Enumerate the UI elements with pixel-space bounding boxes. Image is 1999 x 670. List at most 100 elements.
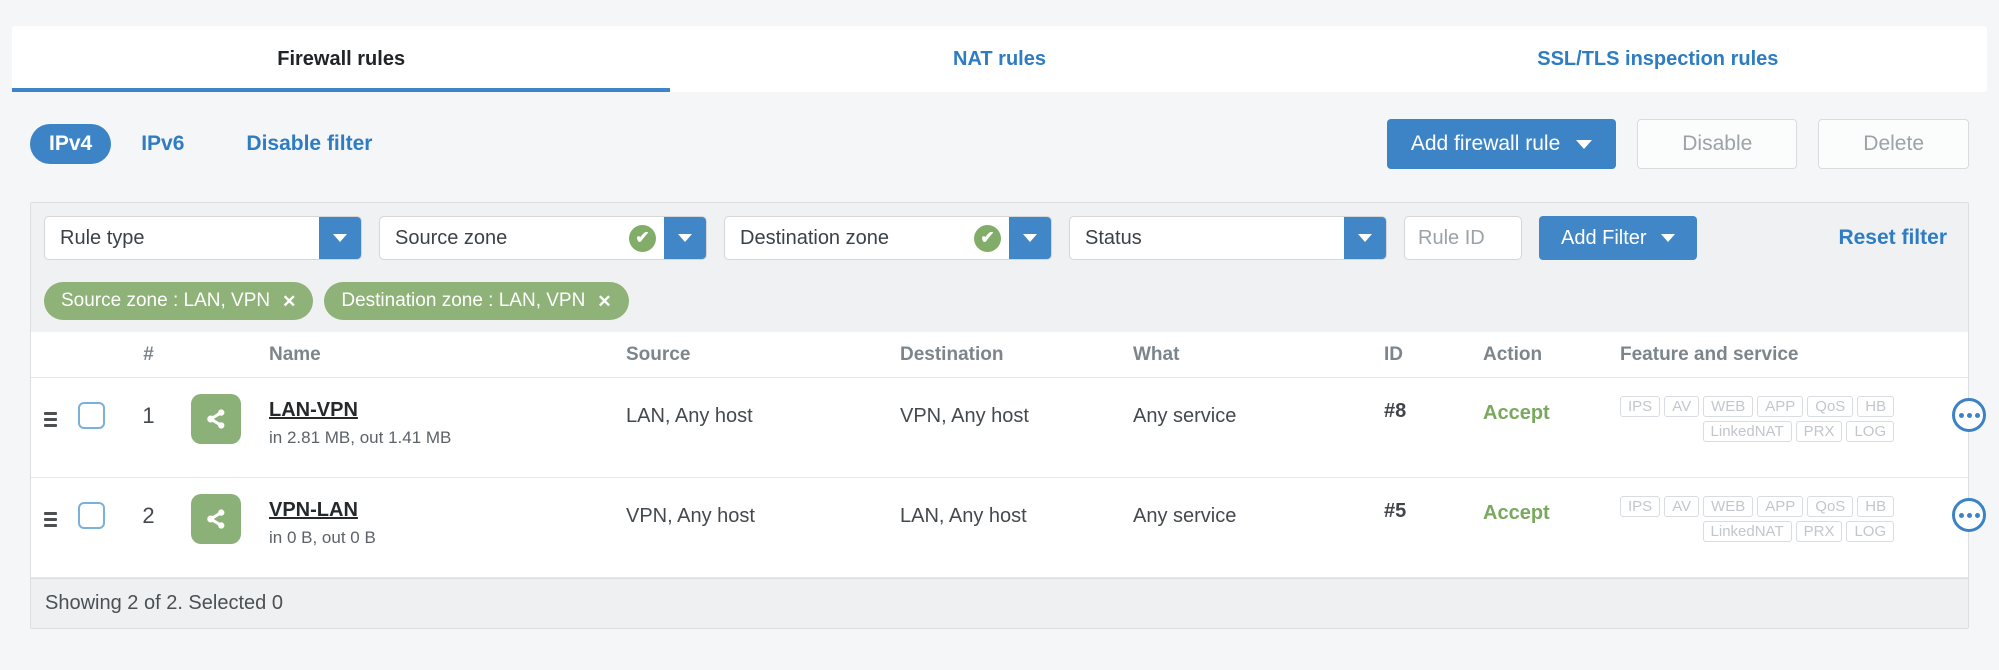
firewall-rule-icon xyxy=(191,494,241,544)
feature-badge: LinkedNAT xyxy=(1702,421,1792,442)
header-source: Source xyxy=(626,343,691,365)
source-zone-dropdown-label: Source zone xyxy=(395,226,508,249)
feature-badge: AV xyxy=(1664,396,1700,417)
header-what: What xyxy=(1133,343,1180,365)
feature-badge: QoS xyxy=(1807,496,1854,517)
disable-button[interactable]: Disable xyxy=(1637,119,1798,169)
drag-handle-icon[interactable] xyxy=(44,412,57,427)
tab-firewall-rules[interactable]: Firewall rules xyxy=(12,26,671,92)
rule-type-dropdown-label: Rule type xyxy=(60,226,145,249)
tab-bar: Firewall rules NAT rules SSL/TLS inspect… xyxy=(12,26,1987,92)
feature-badges: IPS AV WEB APP QoS HB LinkedNAT PRX LOG xyxy=(1620,396,1939,442)
feature-badge: WEB xyxy=(1703,396,1754,417)
add-filter-button[interactable]: Add Filter xyxy=(1539,216,1697,260)
add-filter-label: Add Filter xyxy=(1561,226,1647,249)
firewall-rule-icon xyxy=(191,394,241,444)
filter-chip-label: Source zone : LAN, VPN xyxy=(61,290,271,311)
header-num: # xyxy=(143,343,154,365)
showing-status: Showing 2 of 2. Selected 0 xyxy=(45,592,283,614)
ipv6-toggle[interactable]: IPv6 xyxy=(141,132,184,156)
rule-source: LAN, Any host xyxy=(626,405,753,427)
feature-badge: IPS xyxy=(1620,496,1661,517)
header-id: ID xyxy=(1384,343,1403,365)
share-icon xyxy=(207,409,225,429)
status-dropdown[interactable]: Status xyxy=(1069,216,1387,260)
rule-type-dropdown[interactable]: Rule type xyxy=(44,216,362,260)
rule-source: VPN, Any host xyxy=(626,505,755,527)
rule-name-link[interactable]: LAN-VPN xyxy=(269,399,358,422)
rule-type-dropdown-button[interactable] xyxy=(319,217,361,259)
ellipsis-icon xyxy=(1966,412,1972,418)
ipv4-toggle[interactable]: IPv4 xyxy=(30,124,112,164)
close-icon[interactable]: ✕ xyxy=(282,293,296,310)
header-action: Action xyxy=(1483,343,1543,365)
row-checkbox[interactable] xyxy=(77,402,105,429)
filter-row: Rule type Source zone ✔ Destination zone… xyxy=(44,216,1955,260)
check-icon: ✔ xyxy=(629,224,656,252)
firewall-rules-panel: Rule type Source zone ✔ Destination zone… xyxy=(30,202,1987,629)
destination-zone-dropdown-button[interactable] xyxy=(1009,217,1051,259)
disable-filter-link[interactable]: Disable filter xyxy=(246,132,372,156)
rule-action: Accept xyxy=(1483,402,1550,424)
toolbar: IPv4 IPv6 Disable filter Add firewall ru… xyxy=(30,118,1969,170)
chevron-down-icon xyxy=(1576,139,1593,149)
close-icon[interactable]: ✕ xyxy=(597,293,611,310)
feature-badge: APP xyxy=(1757,496,1804,517)
table-row: 1 LAN-VPN in 2.81 MB, out 1.41 MB LAN, A… xyxy=(31,378,1987,478)
more-options-button[interactable] xyxy=(1952,498,1987,532)
rule-what: Any service xyxy=(1133,505,1237,527)
rule-traffic: in 2.81 MB, out 1.41 MB xyxy=(269,428,452,447)
feature-badge: HB xyxy=(1857,396,1895,417)
rule-position: 2 xyxy=(142,503,155,528)
header-destination: Destination xyxy=(900,343,1004,365)
rule-position: 1 xyxy=(142,403,155,428)
share-icon xyxy=(207,509,225,529)
rule-what: Any service xyxy=(1133,405,1237,427)
add-firewall-rule-button[interactable]: Add firewall rule xyxy=(1386,119,1617,169)
feature-badge: HB xyxy=(1857,496,1895,517)
filter-section: Rule type Source zone ✔ Destination zone… xyxy=(31,203,1968,332)
ellipsis-icon xyxy=(1958,512,1964,518)
feature-badge: PRX xyxy=(1795,421,1843,442)
table-header: # Name Source Destination What ID Action… xyxy=(31,332,1968,378)
more-options-button[interactable] xyxy=(1952,398,1987,432)
reset-filter-link[interactable]: Reset filter xyxy=(1838,226,1947,250)
filter-chip-label: Destination zone : LAN, VPN xyxy=(341,290,586,311)
feature-badge: AV xyxy=(1664,496,1700,517)
rule-action: Accept xyxy=(1483,502,1550,524)
tab-nat-rules[interactable]: NAT rules xyxy=(670,26,1328,92)
feature-badge: LOG xyxy=(1846,521,1895,542)
rule-destination: VPN, Any host xyxy=(900,405,1029,427)
tab-ssl-tls-inspection-rules[interactable]: SSL/TLS inspection rules xyxy=(1329,26,1987,92)
drag-handle-icon[interactable] xyxy=(44,512,57,527)
header-name: Name xyxy=(269,343,321,365)
feature-badge: IPS xyxy=(1620,396,1661,417)
feature-badge: LOG xyxy=(1846,421,1895,442)
row-checkbox[interactable] xyxy=(77,502,105,529)
delete-button[interactable]: Delete xyxy=(1818,119,1969,169)
feature-badge: QoS xyxy=(1807,396,1854,417)
feature-badge: WEB xyxy=(1703,496,1754,517)
destination-zone-dropdown[interactable]: Destination zone ✔ xyxy=(724,216,1052,260)
toolbar-actions: Add firewall rule Disable Delete xyxy=(1386,119,1969,169)
rule-name-link[interactable]: VPN-LAN xyxy=(269,499,358,522)
filter-chip-destination-zone: Destination zone : LAN, VPN ✕ xyxy=(324,282,629,320)
source-zone-dropdown-button[interactable] xyxy=(664,217,706,259)
chevron-down-icon xyxy=(678,234,692,242)
ellipsis-icon xyxy=(1974,412,1980,418)
feature-badge: APP xyxy=(1757,396,1804,417)
feature-badge: LinkedNAT xyxy=(1702,521,1792,542)
chevron-down-icon xyxy=(1660,234,1675,242)
add-firewall-rule-label: Add firewall rule xyxy=(1410,132,1561,155)
rule-traffic: in 0 B, out 0 B xyxy=(269,528,376,547)
table-row: 2 VPN-LAN in 0 B, out 0 B VPN, Any host … xyxy=(31,478,1987,578)
chevron-down-icon xyxy=(333,234,347,242)
rule-id: #5 xyxy=(1384,500,1407,522)
source-zone-dropdown[interactable]: Source zone ✔ xyxy=(379,216,707,260)
ellipsis-icon xyxy=(1974,512,1980,518)
ellipsis-icon xyxy=(1958,412,1964,418)
rule-id-input[interactable] xyxy=(1404,216,1522,260)
rule-id: #8 xyxy=(1384,400,1407,422)
ellipsis-icon xyxy=(1966,512,1972,518)
status-dropdown-button[interactable] xyxy=(1344,217,1386,259)
